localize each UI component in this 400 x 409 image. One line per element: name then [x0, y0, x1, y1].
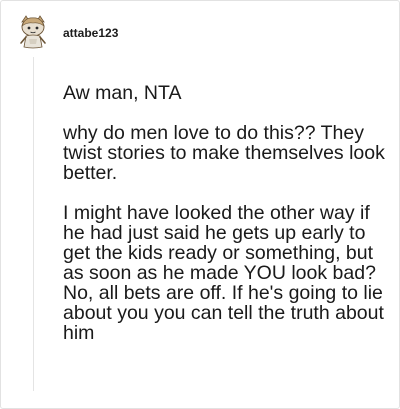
comment-paragraph: Aw man, NTA [63, 82, 182, 104]
comment-card: attabe123 Aw man, NTA why do men love to… [0, 0, 400, 409]
snoo-avatar-icon [20, 15, 46, 49]
comment-username[interactable]: attabe123 [63, 25, 118, 41]
thread-line[interactable] [33, 57, 34, 391]
comment-paragraph: I might have looked the other way if he … [63, 202, 384, 344]
comment-paragraph: why do men love to do this?? They twist … [63, 122, 385, 184]
comment-body: Aw man, NTA why do men love to do this??… [63, 83, 393, 343]
user-avatar[interactable] [17, 14, 49, 50]
